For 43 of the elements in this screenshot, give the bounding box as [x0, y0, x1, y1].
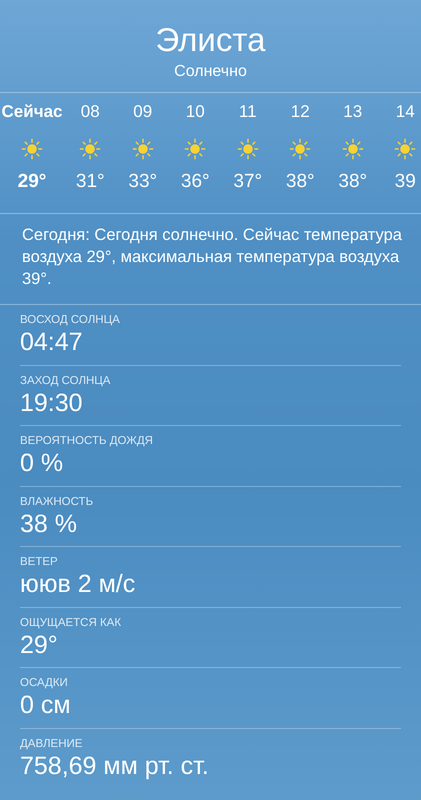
hour-temperature: 39 [394, 170, 416, 194]
hour-time: 09 [133, 102, 152, 122]
sun-icon [342, 138, 364, 160]
sun-icon [79, 138, 102, 160]
hour-time: 10 [186, 102, 205, 122]
detail-label: ОЩУЩАЕТСЯ КАК [20, 616, 122, 630]
hour-time: 14 [396, 102, 415, 122]
detail-label: ДАВЛЕНИЕ [20, 736, 84, 750]
sun-icon [184, 138, 206, 160]
sun-icon [132, 138, 154, 160]
hour-temperature: 37° [233, 170, 262, 194]
detail-value: 04:47 [20, 327, 84, 357]
detail-label: ОСАДКИ [20, 676, 69, 690]
detail-label: ВЕТЕР [20, 555, 59, 569]
hour-time: Сейчас [2, 102, 62, 122]
hour-temperature: 31° [76, 170, 105, 194]
hour-temperature: 29° [18, 170, 46, 194]
detail-value: 29° [20, 630, 59, 660]
hour-time: 08 [80, 102, 100, 122]
sun-icon [236, 138, 259, 160]
hour-temperature: 38° [338, 170, 368, 194]
detail-value: 0 % [20, 448, 64, 478]
detail-label: ВЛАЖНОСТЬ [20, 494, 94, 508]
detail-label: ВЕРОЯТНОСТЬ ДОЖДЯ [20, 434, 154, 448]
detail-value: ююв 2 м/с [20, 569, 136, 599]
hour-temperature: 33° [128, 170, 158, 194]
hour-temperature: 36° [180, 170, 210, 194]
sun-icon [394, 138, 416, 160]
hour-time: 13 [343, 102, 362, 122]
detail-value: 758,69 мм рт. ст. [20, 750, 210, 780]
detail-value: 38 % [20, 508, 78, 538]
hour-time: 11 [238, 102, 257, 122]
detail-label: ВОСХОД СОЛНЦА [20, 313, 121, 327]
forecast-summary: Сегодня: Сегодня солнечно. Сейчас температура воздуха 29°, максимальная температура воздуха 39°. [0, 214, 421, 305]
hour-temperature: 38° [286, 170, 315, 194]
detail-value: 19:30 [20, 388, 84, 418]
detail-value: 0 см [20, 690, 72, 720]
sun-icon [21, 138, 43, 160]
sun-icon [289, 138, 312, 160]
hour-time: 12 [290, 102, 310, 122]
detail-label: ЗАХОД СОЛНЦА [20, 374, 112, 388]
weather-condition: Солнечно [174, 62, 247, 82]
city-name: Элиста [156, 20, 266, 60]
